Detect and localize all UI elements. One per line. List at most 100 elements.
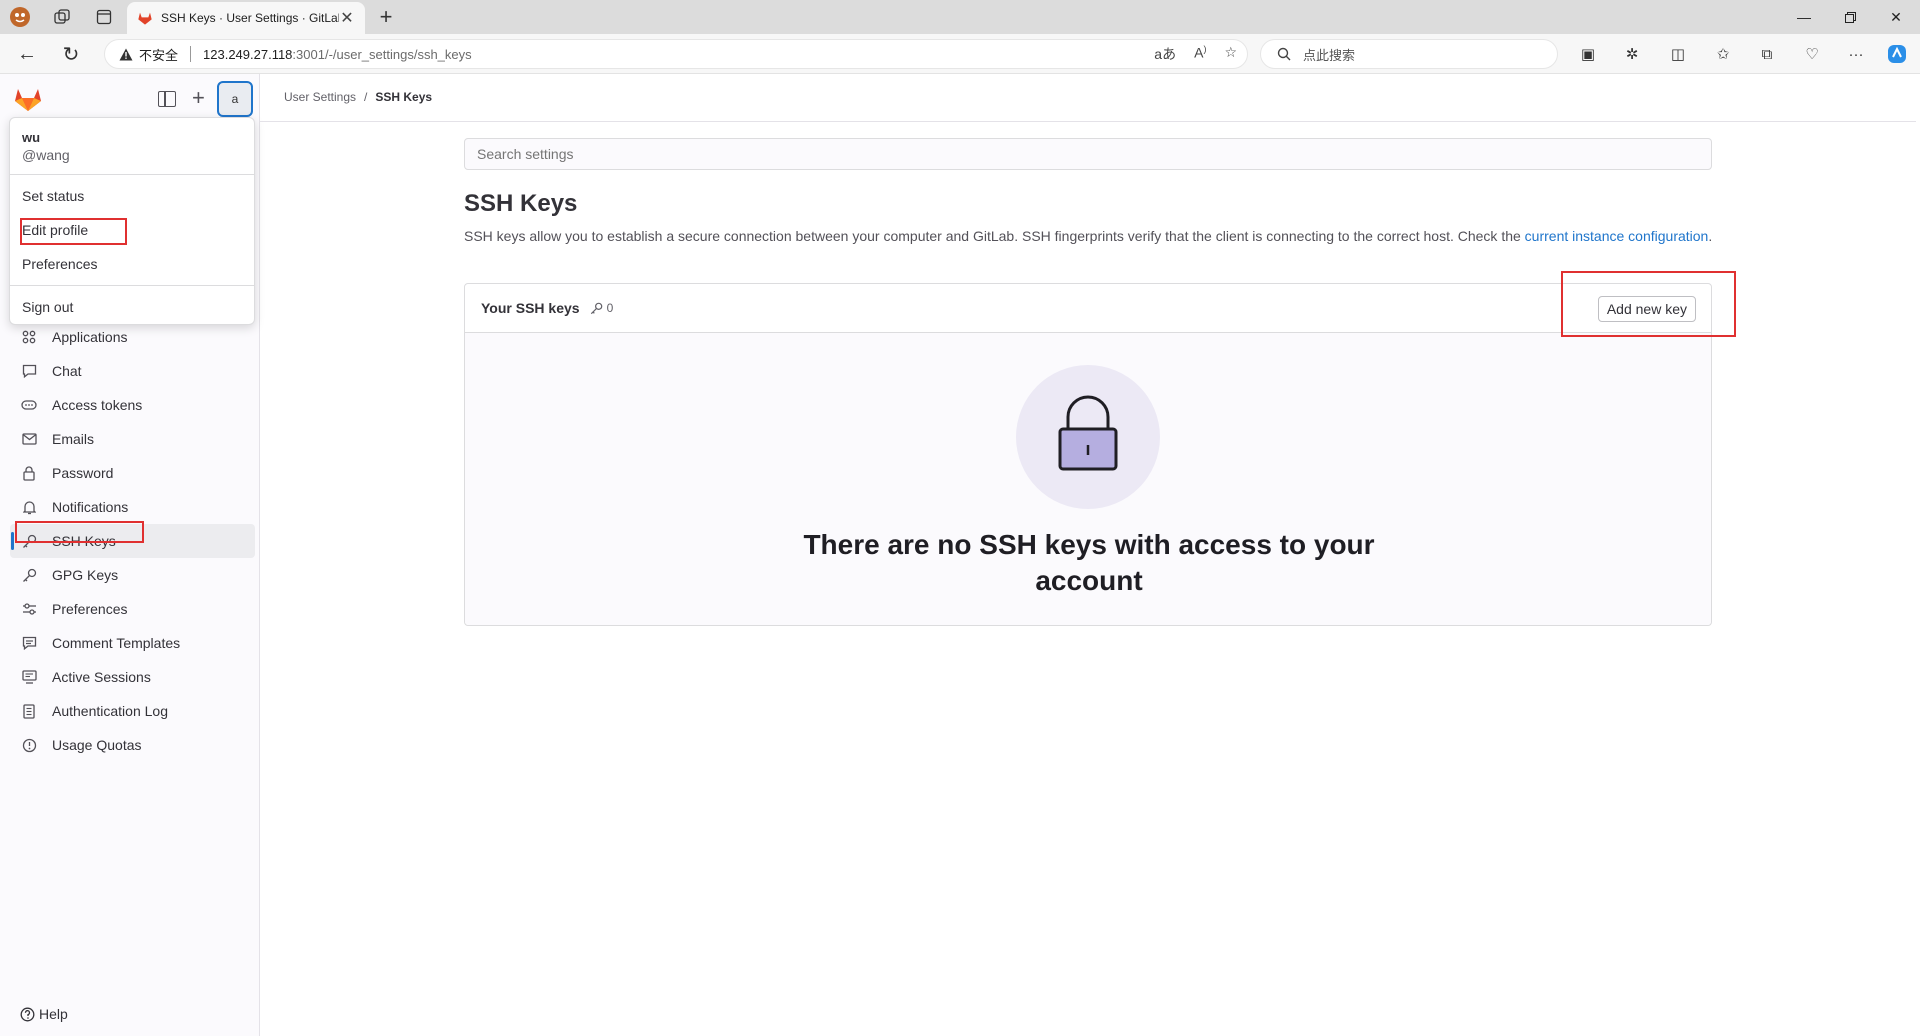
sidebar-item-authentication-log[interactable]: Authentication Log <box>10 694 255 728</box>
more-options-icon[interactable]: ··· <box>1846 44 1866 64</box>
minimize-icon[interactable]: — <box>1781 0 1827 34</box>
highlight-ssh-keys <box>15 521 144 543</box>
preferences-item[interactable]: Preferences <box>10 247 254 281</box>
back-icon[interactable]: ← <box>16 43 38 65</box>
preferences-icon <box>20 600 38 618</box>
user-name: wu <box>22 130 41 145</box>
sidebar-item-notifications[interactable]: Notifications <box>10 490 255 524</box>
favorite-star-icon[interactable]: ☆ <box>1224 44 1237 64</box>
header-divider <box>260 121 1916 122</box>
close-window-icon[interactable]: ✕ <box>1873 0 1919 34</box>
main-content: User Settings / SSH Keys SSH Keys SSH ke… <box>260 74 1916 1036</box>
sidebar-item-gpg-keys[interactable]: GPG Keys <box>10 558 255 592</box>
page-description: SSH keys allow you to establish a secure… <box>464 226 1714 247</box>
sidebar-item-applications[interactable]: Applications <box>10 320 255 354</box>
search-settings-input[interactable] <box>464 138 1712 170</box>
browser-profile-icon[interactable] <box>9 6 31 28</box>
log-icon <box>20 702 38 720</box>
browser-essentials-icon[interactable]: ♡ <box>1802 44 1822 64</box>
card-title: Your SSH keys <box>481 300 580 316</box>
ssh-keys-card: Your SSH keys 0 Add new key There are no… <box>464 283 1712 626</box>
user-handle: @wang <box>22 147 70 163</box>
gitlab-logo-icon[interactable] <box>14 86 42 112</box>
empty-state-illustration <box>1016 365 1160 509</box>
new-tab-icon[interactable]: + <box>374 4 398 30</box>
applications-icon <box>20 328 38 346</box>
sidebar-item-label: Chat <box>52 363 82 379</box>
create-new-icon[interactable]: + <box>192 85 205 111</box>
empty-state-message: There are no SSH keys with access to you… <box>803 529 1375 596</box>
help-label: Help <box>39 1006 68 1022</box>
url-separator <box>190 46 192 62</box>
lock-icon <box>20 464 38 482</box>
sidebar-item-usage-quotas[interactable]: Usage Quotas <box>10 728 255 762</box>
browser-address-bar: ← ↻ 不安全 123.249.27.118 :3001/-/user_sett… <box>0 34 1920 74</box>
count-value: 0 <box>606 301 614 315</box>
sidebar-toggle-icon[interactable] <box>158 91 176 107</box>
avatar: a <box>231 92 239 106</box>
breadcrumb-separator: / <box>364 90 368 104</box>
sidebar-item-access-tokens[interactable]: Access tokens <box>10 388 255 422</box>
breadcrumb-parent[interactable]: User Settings <box>284 90 356 104</box>
sidebar-item-label: Access tokens <box>52 397 143 413</box>
monitor-icon <box>20 668 38 686</box>
url-path: :3001/-/user_settings/ssh_keys <box>292 46 472 62</box>
user-avatar-button[interactable]: a <box>217 81 253 117</box>
breadcrumb-current[interactable]: SSH Keys <box>375 90 432 104</box>
url-field[interactable]: 不安全 123.249.27.118 :3001/-/user_settings… <box>104 39 1248 69</box>
description-end: . <box>1708 228 1713 244</box>
key-icon <box>20 566 38 584</box>
comment-icon <box>20 362 38 380</box>
comment-template-icon <box>20 634 38 652</box>
browser-tab-bar: SSH Keys · User Settings · GitLab ✕ + — … <box>0 0 1920 34</box>
lock-illustration-icon <box>1058 395 1118 471</box>
empty-state: There are no SSH keys with access to you… <box>465 333 1711 625</box>
bell-icon <box>20 498 38 516</box>
instance-configuration-link[interactable]: current instance configuration <box>1525 228 1709 244</box>
warning-icon <box>119 48 133 60</box>
security-warning[interactable]: 不安全 <box>119 45 178 64</box>
sidebar-item-emails[interactable]: Emails <box>10 422 255 456</box>
highlight-edit-profile <box>20 218 127 245</box>
sidebar-item-label: Applications <box>52 329 128 345</box>
key-icon <box>590 302 602 314</box>
restore-icon[interactable] <box>1827 0 1873 34</box>
reload-icon[interactable]: ↻ <box>60 43 82 66</box>
split-screen-icon[interactable]: ◫ <box>1668 44 1688 64</box>
sidebar-item-label: Preferences <box>52 601 128 617</box>
favorites-icon[interactable]: ✩ <box>1713 44 1733 64</box>
puzzle-extensions-icon[interactable]: ✲ <box>1622 44 1642 64</box>
collections-icon[interactable]: ⧉ <box>1757 44 1777 64</box>
extension-icon[interactable]: ▣ <box>1578 44 1598 64</box>
sidebar-item-password[interactable]: Password <box>10 456 255 490</box>
copilot-icon[interactable] <box>1887 44 1907 64</box>
translate-icon[interactable]: aあ <box>1154 44 1176 64</box>
tab-title: SSH Keys · User Settings · GitLab <box>161 11 339 25</box>
gitlab-favicon-icon <box>138 12 152 25</box>
ssh-keys-card-header: Your SSH keys 0 Add new key <box>465 284 1711 333</box>
user-menu-header[interactable]: wu @wang <box>10 118 254 175</box>
help-icon <box>20 1007 35 1021</box>
sidebar-item-chat[interactable]: Chat <box>10 354 255 388</box>
search-icon <box>1277 47 1291 61</box>
tab-actions-icon[interactable] <box>93 6 115 28</box>
sidebar-item-active-sessions[interactable]: Active Sessions <box>10 660 255 694</box>
sidebar-item-preferences[interactable]: Preferences <box>10 592 255 626</box>
quota-icon <box>20 736 38 754</box>
browser-tab-active[interactable]: SSH Keys · User Settings · GitLab ✕ <box>127 2 365 34</box>
read-aloud-icon[interactable]: A) <box>1194 44 1206 64</box>
sidebar-item-label: Authentication Log <box>52 703 168 719</box>
set-status-item[interactable]: Set status <box>10 179 254 213</box>
url-host: 123.249.27.118 <box>203 46 293 62</box>
mail-icon <box>20 430 38 448</box>
workspaces-icon[interactable] <box>51 6 73 28</box>
sidebar-item-label: Emails <box>52 431 95 447</box>
page-title: SSH Keys <box>464 190 578 217</box>
browser-search-box[interactable]: 点此搜索 <box>1260 39 1558 69</box>
gitlab-app: + a Applications Chat Access tokens Emai… <box>0 74 1920 1036</box>
sidebar-item-label: Password <box>52 465 114 481</box>
sidebar-item-comment-templates[interactable]: Comment Templates <box>10 626 255 660</box>
help-link[interactable]: Help <box>20 1006 68 1022</box>
sign-out-item[interactable]: Sign out <box>10 290 254 324</box>
tab-close-icon[interactable]: ✕ <box>339 8 355 28</box>
